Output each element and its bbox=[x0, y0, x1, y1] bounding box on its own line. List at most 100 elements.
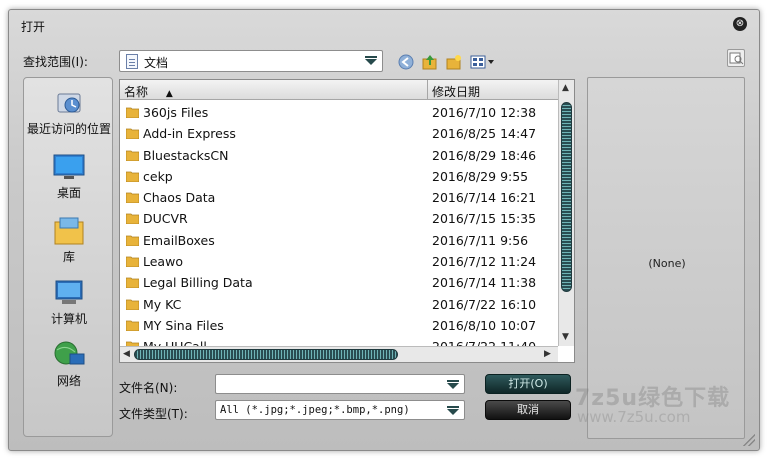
new-folder-icon[interactable] bbox=[445, 53, 463, 71]
file-name: My KC bbox=[143, 296, 182, 312]
sort-ascending-icon: ▲ bbox=[165, 89, 173, 99]
file-date: 2016/7/22 11:40 bbox=[432, 339, 536, 346]
filetype-label: 文件类型(T): bbox=[119, 407, 188, 421]
place-recent[interactable]: 最近访问的位置 bbox=[24, 88, 114, 137]
list-item[interactable]: Leawo 2016/7/12 11:24 bbox=[120, 251, 558, 272]
folder-icon bbox=[125, 276, 140, 289]
vertical-scrollbar[interactable]: ▲ ▼ bbox=[558, 80, 574, 346]
place-network[interactable]: 网络 bbox=[24, 340, 114, 389]
place-libraries[interactable]: 库 bbox=[24, 216, 114, 265]
list-item[interactable]: EmailBoxes 2016/7/11 9:56 bbox=[120, 230, 558, 251]
list-item[interactable]: My KC 2016/7/22 16:10 bbox=[120, 294, 558, 315]
column-header-name[interactable]: 名称 ▲ bbox=[124, 83, 173, 100]
chevron-down-icon[interactable] bbox=[364, 55, 378, 67]
list-item[interactable]: DUCVR 2016/7/15 15:35 bbox=[120, 208, 558, 229]
scroll-down-icon[interactable]: ▼ bbox=[562, 332, 569, 342]
file-name: DUCVR bbox=[143, 211, 188, 227]
open-button[interactable]: 打开(O) bbox=[485, 374, 571, 394]
chevron-down-icon[interactable] bbox=[446, 405, 460, 417]
file-rows: 360js Files 2016/7/10 12:38 Add-in Express… bbox=[120, 102, 558, 346]
horizontal-scrollbar[interactable]: ◀ ▶ bbox=[120, 346, 558, 362]
file-date: 2016/7/15 15:35 bbox=[432, 211, 537, 227]
folder-icon bbox=[125, 298, 140, 311]
view-menu-icon[interactable] bbox=[469, 53, 497, 71]
list-item[interactable]: 360js Files 2016/7/10 12:38 bbox=[120, 102, 558, 123]
file-name: Leawo bbox=[143, 254, 183, 270]
places-bar: 最近访问的位置 桌面 库 计算机 网络 bbox=[23, 77, 113, 437]
file-date: 2016/7/14 11:38 bbox=[432, 275, 537, 291]
folder-icon bbox=[125, 319, 140, 332]
recent-places-icon bbox=[52, 88, 86, 118]
list-item[interactable]: My UUCall 2016/7/22 11:40 bbox=[120, 336, 558, 346]
file-date: 2016/8/29 18:46 bbox=[432, 147, 537, 163]
preview-none-text: (None) bbox=[648, 257, 686, 270]
file-date: 2016/8/10 10:07 bbox=[432, 317, 537, 333]
network-icon bbox=[52, 340, 86, 370]
file-name: MY Sina Files bbox=[143, 317, 224, 333]
folder-icon bbox=[125, 127, 140, 140]
list-item[interactable]: cekp 2016/8/29 9:55 bbox=[120, 166, 558, 187]
lookin-dropdown[interactable]: 文档 bbox=[119, 50, 383, 72]
place-computer[interactable]: 计算机 bbox=[24, 278, 114, 327]
scroll-up-icon[interactable]: ▲ bbox=[562, 83, 569, 93]
file-date: 2016/7/12 11:24 bbox=[432, 254, 537, 270]
file-name: Chaos Data bbox=[143, 190, 216, 206]
place-desktop[interactable]: 桌面 bbox=[24, 152, 114, 201]
file-name: cekp bbox=[143, 168, 173, 184]
libraries-icon bbox=[52, 216, 86, 246]
file-name: 360js Files bbox=[143, 105, 209, 120]
folder-icon bbox=[125, 170, 140, 183]
file-name: EmailBoxes bbox=[143, 232, 215, 248]
column-header-date[interactable]: 修改日期 bbox=[432, 83, 480, 100]
file-date: 2016/7/22 16:10 bbox=[432, 296, 537, 312]
chevron-down-icon[interactable] bbox=[446, 379, 460, 391]
place-label: 最近访问的位置 bbox=[26, 122, 111, 136]
list-item[interactable]: BluestacksCN 2016/8/29 18:46 bbox=[120, 145, 558, 166]
folder-icon bbox=[125, 212, 140, 225]
list-item[interactable]: Legal Billing Data 2016/7/14 11:38 bbox=[120, 272, 558, 293]
file-date: 2016/7/14 16:21 bbox=[432, 190, 537, 206]
place-label: 桌面 bbox=[56, 186, 81, 200]
preview-toggle-icon[interactable] bbox=[727, 49, 745, 67]
filename-label: 文件名(N): bbox=[119, 381, 178, 395]
list-item[interactable]: MY Sina Files 2016/8/10 10:07 bbox=[120, 315, 558, 336]
computer-icon bbox=[52, 278, 86, 308]
filetype-value: All (*.jpg;*.jpeg;*.bmp,*.png) bbox=[220, 404, 410, 416]
file-date: 2016/8/29 9:55 bbox=[432, 168, 529, 184]
close-icon[interactable]: ⊗ bbox=[733, 17, 747, 31]
list-item[interactable]: Add-in Express 2016/8/25 14:47 bbox=[120, 123, 558, 144]
file-date: 2016/8/25 14:47 bbox=[432, 126, 537, 142]
folder-icon bbox=[125, 106, 140, 119]
scroll-right-icon[interactable]: ▶ bbox=[544, 349, 551, 359]
file-name: My UUCall bbox=[143, 339, 207, 346]
navigation-toolbar bbox=[397, 52, 497, 72]
place-label: 库 bbox=[62, 250, 75, 264]
folder-icon bbox=[125, 149, 140, 161]
open-file-dialog: 打开 ⊗ 查找范围(I): 文档 最近访问的位置 桌面 库 计算机 网络 名称 … bbox=[8, 9, 760, 451]
dialog-title: 打开 bbox=[21, 20, 46, 34]
file-date: 2016/7/10 12:38 bbox=[432, 105, 537, 120]
back-icon[interactable] bbox=[397, 53, 415, 71]
cancel-button[interactable]: 取消 bbox=[485, 400, 571, 420]
up-folder-icon[interactable] bbox=[421, 53, 439, 71]
filetype-select[interactable]: All (*.jpg;*.jpeg;*.bmp,*.png) bbox=[215, 400, 465, 420]
folder-icon bbox=[125, 234, 140, 247]
horizontal-scroll-thumb[interactable] bbox=[134, 349, 398, 360]
file-date: 2016/7/11 9:56 bbox=[432, 232, 529, 248]
resize-grip-icon[interactable] bbox=[743, 434, 755, 446]
list-item[interactable]: Chaos Data 2016/7/14 16:21 bbox=[120, 187, 558, 208]
place-label: 计算机 bbox=[50, 312, 87, 326]
desktop-icon bbox=[52, 152, 86, 182]
scroll-left-icon[interactable]: ◀ bbox=[123, 349, 130, 359]
file-list-header: 名称 ▲ 修改日期 bbox=[120, 80, 574, 100]
folder-icon bbox=[125, 191, 140, 204]
watermark-url: www.7z5u.com bbox=[577, 408, 691, 426]
place-label: 网络 bbox=[56, 374, 81, 388]
column-divider[interactable] bbox=[427, 80, 428, 100]
file-name: Legal Billing Data bbox=[143, 275, 253, 291]
filename-input[interactable] bbox=[215, 374, 465, 394]
lookin-value: 文档 bbox=[144, 56, 169, 70]
file-list[interactable]: 名称 ▲ 修改日期 360js Files 2016/7/10 12:38 Add-… bbox=[119, 79, 575, 363]
vertical-scroll-thumb[interactable] bbox=[561, 102, 572, 292]
document-folder-icon bbox=[126, 54, 138, 69]
